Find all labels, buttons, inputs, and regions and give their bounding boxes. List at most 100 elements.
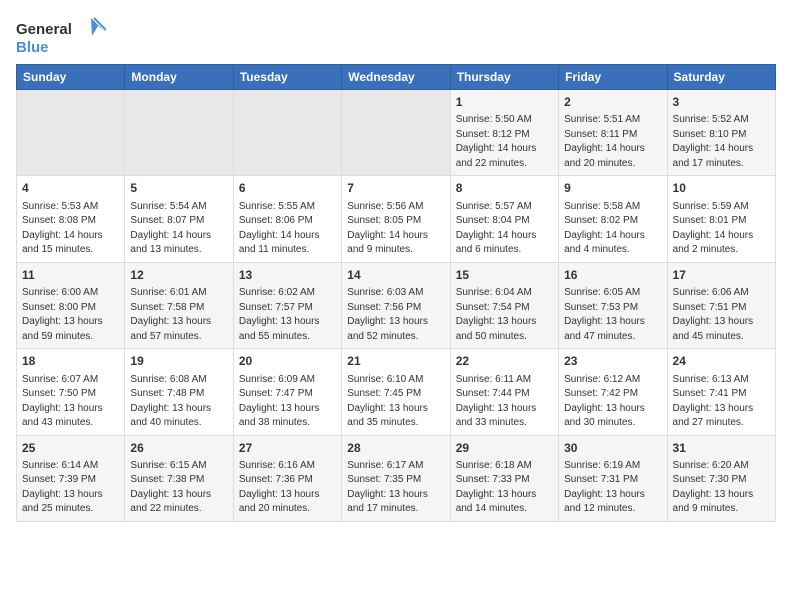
calendar-cell: 12 Sunrise: 6:01 AM Sunset: 7:58 PM Dayli… xyxy=(125,262,233,348)
calendar-cell: 9 Sunrise: 5:58 AM Sunset: 8:02 PM Daylig… xyxy=(559,176,667,262)
day-header-thursday: Thursday xyxy=(450,65,558,90)
cell-content: Sunrise: 6:06 AM Sunset: 7:51 PM Dayligh… xyxy=(673,286,770,344)
calendar-cell: 25 Sunrise: 6:14 AM Sunset: 7:39 PM Dayli… xyxy=(17,435,125,521)
calendar-cell: 22 Sunrise: 6:11 AM Sunset: 7:44 PM Dayli… xyxy=(450,349,558,435)
page-header: General Blue xyxy=(16,16,776,56)
cell-content: Sunrise: 6:17 AM Sunset: 7:35 PM Dayligh… xyxy=(347,459,444,517)
cell-content: Sunrise: 6:13 AM Sunset: 7:41 PM Dayligh… xyxy=(673,373,770,431)
logo-svg: General Blue xyxy=(16,16,106,56)
day-number: 5 xyxy=(130,180,227,197)
day-number: 15 xyxy=(456,267,553,284)
calendar-cell: 19 Sunrise: 6:08 AM Sunset: 7:48 PM Dayli… xyxy=(125,349,233,435)
cell-content: Sunrise: 6:20 AM Sunset: 7:30 PM Dayligh… xyxy=(673,459,770,517)
cell-content: Sunrise: 6:14 AM Sunset: 7:39 PM Dayligh… xyxy=(22,459,119,517)
day-header-saturday: Saturday xyxy=(667,65,775,90)
cell-content: Sunrise: 5:50 AM Sunset: 8:12 PM Dayligh… xyxy=(456,113,553,171)
day-number: 3 xyxy=(673,94,770,111)
day-number: 27 xyxy=(239,440,336,457)
calendar-cell: 1 Sunrise: 5:50 AM Sunset: 8:12 PM Daylig… xyxy=(450,90,558,176)
calendar-cell: 5 Sunrise: 5:54 AM Sunset: 8:07 PM Daylig… xyxy=(125,176,233,262)
cell-content: Sunrise: 5:55 AM Sunset: 8:06 PM Dayligh… xyxy=(239,200,336,258)
calendar-cell: 6 Sunrise: 5:55 AM Sunset: 8:06 PM Daylig… xyxy=(233,176,341,262)
cell-content: Sunrise: 5:53 AM Sunset: 8:08 PM Dayligh… xyxy=(22,200,119,258)
day-number: 10 xyxy=(673,180,770,197)
day-header-friday: Friday xyxy=(559,65,667,90)
week-row-5: 25 Sunrise: 6:14 AM Sunset: 7:39 PM Dayli… xyxy=(17,435,776,521)
cell-content: Sunrise: 6:00 AM Sunset: 8:00 PM Dayligh… xyxy=(22,286,119,344)
calendar-cell: 16Sunrise: 6:05 AM Sunset: 7:53 PM Dayli… xyxy=(559,262,667,348)
cell-content: Sunrise: 6:05 AM Sunset: 7:53 PM Dayligh… xyxy=(564,286,661,344)
day-number: 21 xyxy=(347,353,444,370)
day-number: 29 xyxy=(456,440,553,457)
day-number: 12 xyxy=(130,267,227,284)
calendar-cell: 14Sunrise: 6:03 AM Sunset: 7:56 PM Dayli… xyxy=(342,262,450,348)
cell-content: Sunrise: 6:16 AM Sunset: 7:36 PM Dayligh… xyxy=(239,459,336,517)
week-row-3: 11 Sunrise: 6:00 AM Sunset: 8:00 PM Dayli… xyxy=(17,262,776,348)
calendar-cell: 23Sunrise: 6:12 AM Sunset: 7:42 PM Dayli… xyxy=(559,349,667,435)
calendar-cell: 20Sunrise: 6:09 AM Sunset: 7:47 PM Dayli… xyxy=(233,349,341,435)
day-number: 25 xyxy=(22,440,119,457)
calendar-cell xyxy=(233,90,341,176)
logo: General Blue xyxy=(16,16,106,56)
calendar-header-row: SundayMondayTuesdayWednesdayThursdayFrid… xyxy=(17,65,776,90)
cell-content: Sunrise: 6:02 AM Sunset: 7:57 PM Dayligh… xyxy=(239,286,336,344)
calendar-cell: 3 Sunrise: 5:52 AM Sunset: 8:10 PM Daylig… xyxy=(667,90,775,176)
cell-content: Sunrise: 6:10 AM Sunset: 7:45 PM Dayligh… xyxy=(347,373,444,431)
day-number: 8 xyxy=(456,180,553,197)
cell-content: Sunrise: 5:57 AM Sunset: 8:04 PM Dayligh… xyxy=(456,200,553,258)
calendar-cell: 29 Sunrise: 6:18 AM Sunset: 7:33 PM Dayli… xyxy=(450,435,558,521)
calendar-cell: 28 Sunrise: 6:17 AM Sunset: 7:35 PM Dayli… xyxy=(342,435,450,521)
calendar-cell: 30 Sunrise: 6:19 AM Sunset: 7:31 PM Dayli… xyxy=(559,435,667,521)
day-number: 11 xyxy=(22,267,119,284)
calendar-cell: 31 Sunrise: 6:20 AM Sunset: 7:30 PM Dayli… xyxy=(667,435,775,521)
day-number: 9 xyxy=(564,180,661,197)
calendar-cell: 2Sunrise: 5:51 AM Sunset: 8:11 PM Daylig… xyxy=(559,90,667,176)
week-row-4: 18Sunrise: 6:07 AM Sunset: 7:50 PM Dayli… xyxy=(17,349,776,435)
calendar-cell: 17 Sunrise: 6:06 AM Sunset: 7:51 PM Dayli… xyxy=(667,262,775,348)
cell-content: Sunrise: 6:18 AM Sunset: 7:33 PM Dayligh… xyxy=(456,459,553,517)
cell-content: Sunrise: 6:07 AM Sunset: 7:50 PM Dayligh… xyxy=(22,373,119,431)
svg-text:Blue: Blue xyxy=(16,39,49,56)
svg-text:General: General xyxy=(16,21,72,38)
day-header-wednesday: Wednesday xyxy=(342,65,450,90)
calendar-cell: 21 Sunrise: 6:10 AM Sunset: 7:45 PM Dayli… xyxy=(342,349,450,435)
cell-content: Sunrise: 6:04 AM Sunset: 7:54 PM Dayligh… xyxy=(456,286,553,344)
day-header-monday: Monday xyxy=(125,65,233,90)
calendar-cell xyxy=(342,90,450,176)
cell-content: Sunrise: 5:52 AM Sunset: 8:10 PM Dayligh… xyxy=(673,113,770,171)
day-header-tuesday: Tuesday xyxy=(233,65,341,90)
day-number: 30 xyxy=(564,440,661,457)
day-number: 19 xyxy=(130,353,227,370)
calendar-cell xyxy=(17,90,125,176)
calendar-cell: 15 Sunrise: 6:04 AM Sunset: 7:54 PM Dayli… xyxy=(450,262,558,348)
cell-content: Sunrise: 6:19 AM Sunset: 7:31 PM Dayligh… xyxy=(564,459,661,517)
day-number: 6 xyxy=(239,180,336,197)
calendar-cell: 10 Sunrise: 5:59 AM Sunset: 8:01 PM Dayli… xyxy=(667,176,775,262)
day-number: 24 xyxy=(673,353,770,370)
day-header-sunday: Sunday xyxy=(17,65,125,90)
day-number: 31 xyxy=(673,440,770,457)
day-number: 1 xyxy=(456,94,553,111)
calendar-cell: 13 Sunrise: 6:02 AM Sunset: 7:57 PM Dayli… xyxy=(233,262,341,348)
calendar-cell: 7Sunrise: 5:56 AM Sunset: 8:05 PM Daylig… xyxy=(342,176,450,262)
day-number: 23 xyxy=(564,353,661,370)
cell-content: Sunrise: 6:01 AM Sunset: 7:58 PM Dayligh… xyxy=(130,286,227,344)
calendar-cell: 27 Sunrise: 6:16 AM Sunset: 7:36 PM Dayli… xyxy=(233,435,341,521)
calendar-cell: 8 Sunrise: 5:57 AM Sunset: 8:04 PM Daylig… xyxy=(450,176,558,262)
calendar-cell: 24 Sunrise: 6:13 AM Sunset: 7:41 PM Dayli… xyxy=(667,349,775,435)
calendar-table: SundayMondayTuesdayWednesdayThursdayFrid… xyxy=(16,64,776,522)
day-number: 22 xyxy=(456,353,553,370)
day-number: 28 xyxy=(347,440,444,457)
cell-content: Sunrise: 5:54 AM Sunset: 8:07 PM Dayligh… xyxy=(130,200,227,258)
calendar-cell: 18Sunrise: 6:07 AM Sunset: 7:50 PM Dayli… xyxy=(17,349,125,435)
cell-content: Sunrise: 6:03 AM Sunset: 7:56 PM Dayligh… xyxy=(347,286,444,344)
day-number: 7 xyxy=(347,180,444,197)
cell-content: Sunrise: 5:58 AM Sunset: 8:02 PM Dayligh… xyxy=(564,200,661,258)
day-number: 26 xyxy=(130,440,227,457)
cell-content: Sunrise: 5:59 AM Sunset: 8:01 PM Dayligh… xyxy=(673,200,770,258)
day-number: 17 xyxy=(673,267,770,284)
day-number: 13 xyxy=(239,267,336,284)
calendar-cell: 26Sunrise: 6:15 AM Sunset: 7:38 PM Dayli… xyxy=(125,435,233,521)
cell-content: Sunrise: 6:11 AM Sunset: 7:44 PM Dayligh… xyxy=(456,373,553,431)
cell-content: Sunrise: 6:08 AM Sunset: 7:48 PM Dayligh… xyxy=(130,373,227,431)
